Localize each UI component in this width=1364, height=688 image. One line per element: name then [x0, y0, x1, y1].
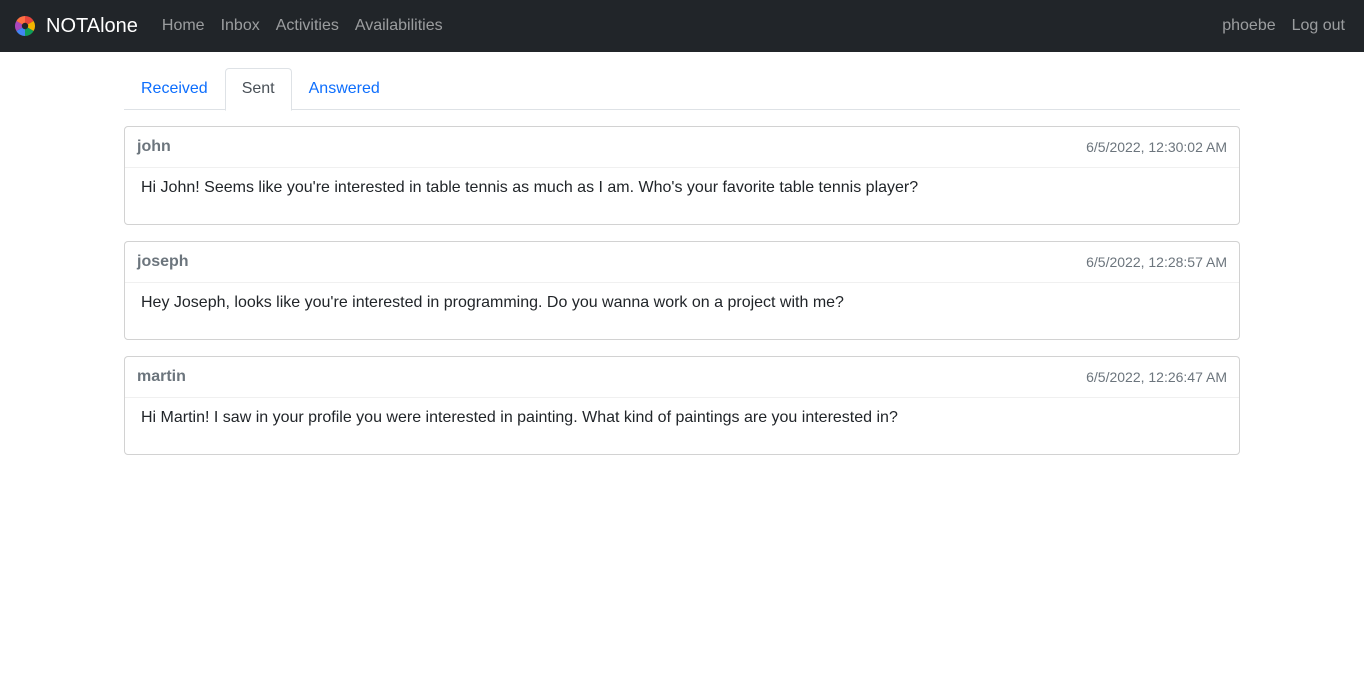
- message-card: martin 6/5/2022, 12:26:47 AM Hi Martin! …: [124, 356, 1240, 455]
- message-card: john 6/5/2022, 12:30:02 AM Hi John! Seem…: [124, 126, 1240, 225]
- message-timestamp: 6/5/2022, 12:26:47 AM: [1086, 369, 1227, 385]
- navbar-left: NOTAlone Home Inbox Activities Availabil…: [14, 15, 451, 38]
- message-card-header: martin 6/5/2022, 12:26:47 AM: [125, 357, 1239, 398]
- message-card: joseph 6/5/2022, 12:28:57 AM Hey Joseph,…: [124, 241, 1240, 340]
- message-text: Hey Joseph, looks like you're interested…: [141, 294, 844, 311]
- logo-icon: [14, 15, 36, 37]
- nav-home-link[interactable]: Home: [154, 17, 213, 35]
- message-recipient: martin: [137, 368, 186, 385]
- message-card-header: joseph 6/5/2022, 12:28:57 AM: [125, 242, 1239, 283]
- navbar-right: phoebe Log out: [1206, 17, 1345, 35]
- top-navbar: NOTAlone Home Inbox Activities Availabil…: [0, 0, 1364, 52]
- tab-sent[interactable]: Sent: [224, 68, 292, 111]
- message-tabs: Received Sent Answered: [124, 68, 1240, 111]
- message-card-header: john 6/5/2022, 12:30:02 AM: [125, 127, 1239, 168]
- message-text: Hi John! Seems like you're interested in…: [141, 179, 919, 196]
- nav-availabilities-link[interactable]: Availabilities: [347, 17, 451, 35]
- tab-received[interactable]: Received: [124, 68, 225, 110]
- user-profile-link[interactable]: phoebe: [1206, 17, 1275, 35]
- message-text: Hi Martin! I saw in your profile you wer…: [141, 409, 898, 426]
- main-content: Received Sent Answered john 6/5/2022, 12…: [124, 68, 1240, 455]
- logout-link[interactable]: Log out: [1276, 17, 1345, 35]
- nav-activities-link[interactable]: Activities: [268, 17, 347, 35]
- message-timestamp: 6/5/2022, 12:30:02 AM: [1086, 139, 1227, 155]
- message-recipient: joseph: [137, 253, 189, 270]
- message-recipient: john: [137, 138, 171, 155]
- tab-answered[interactable]: Answered: [292, 68, 397, 110]
- message-timestamp: 6/5/2022, 12:28:57 AM: [1086, 254, 1227, 270]
- nav-inbox-link[interactable]: Inbox: [213, 17, 268, 35]
- brand-link[interactable]: NOTAlone: [14, 15, 138, 38]
- brand-name: NOTAlone: [46, 14, 138, 37]
